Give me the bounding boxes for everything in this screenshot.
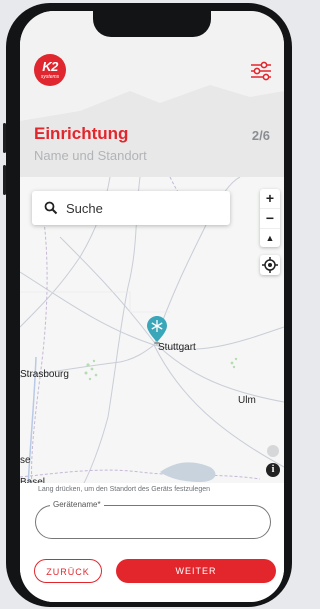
logo-text: K2 <box>42 59 58 74</box>
city-label-ulm: Ulm <box>238 395 256 406</box>
city-label-strasbourg: Strasbourg <box>20 369 69 380</box>
city-label-partial: se <box>20 455 31 466</box>
crosshair-icon <box>262 257 278 273</box>
device-name-input[interactable] <box>50 513 250 525</box>
bottom-form: Lang drücken, um den Standort des Geräts… <box>20 483 284 602</box>
city-label-stuttgart: Stuttgart <box>158 342 196 353</box>
volume-up-button <box>3 123 6 153</box>
search-input[interactable] <box>66 197 216 219</box>
compass-north-button[interactable]: ▲ <box>260 229 280 248</box>
k2-logo: K2 systems <box>34 54 66 86</box>
step-indicator: 2/6 <box>251 128 270 143</box>
page-title: Einrichtung <box>34 124 129 143</box>
app-screen: K2 systems Einrichtung 2/6 Name und Stan… <box>20 11 284 602</box>
search-icon <box>44 201 58 215</box>
page-subtitle: Name und Standort <box>34 148 147 163</box>
snowflake-pin-icon <box>147 316 167 345</box>
locate-me-button[interactable] <box>260 255 280 275</box>
map-hint-text: Lang drücken, um den Standort des Geräts… <box>38 486 210 493</box>
volume-down-button <box>3 165 6 195</box>
info-icon[interactable]: i <box>266 463 280 477</box>
device-name-label: Gerätename* <box>50 500 104 509</box>
next-button[interactable]: WEITER <box>116 559 276 583</box>
device-name-field[interactable]: Gerätename* <box>35 500 271 539</box>
zoom-out-button[interactable]: − <box>260 209 280 229</box>
back-button[interactable]: ZURÜCK <box>34 559 102 583</box>
map-view[interactable]: + − ▲ <box>20 177 284 487</box>
logo-subtext: systems <box>40 74 60 80</box>
map-rotation-icon[interactable] <box>267 445 279 457</box>
search-box[interactable] <box>32 191 230 225</box>
device-location-marker[interactable] <box>146 315 168 345</box>
settings-sliders-icon[interactable] <box>248 58 274 84</box>
header: K2 systems Einrichtung 2/6 Name und Stan… <box>20 11 284 186</box>
zoom-in-button[interactable]: + <box>260 189 280 209</box>
phone-notch <box>93 11 211 37</box>
zoom-controls: + − ▲ <box>260 189 280 247</box>
